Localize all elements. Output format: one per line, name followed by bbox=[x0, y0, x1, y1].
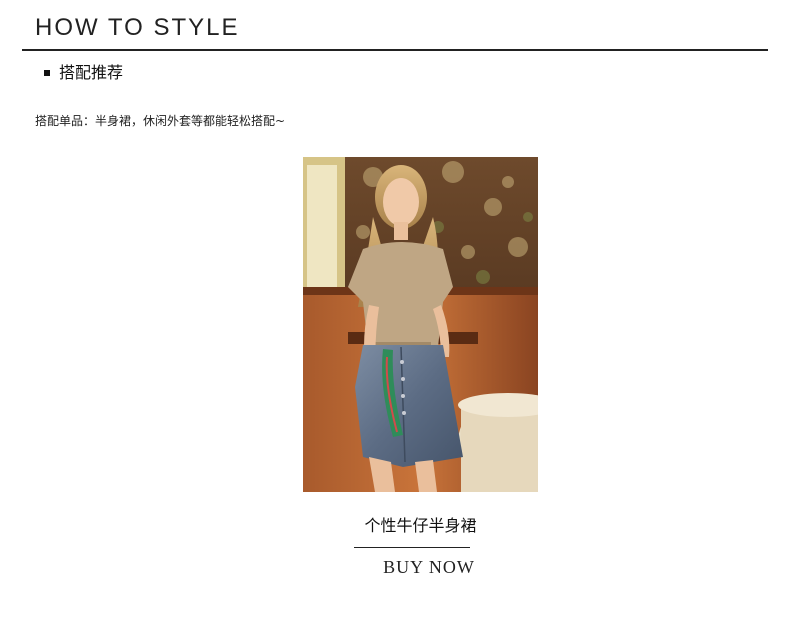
product-photo[interactable] bbox=[303, 157, 538, 492]
model-illustration bbox=[303, 157, 538, 492]
sub-heading: 搭配推荐 bbox=[44, 63, 123, 83]
sub-heading-label: 搭配推荐 bbox=[59, 63, 124, 82]
buy-now-button[interactable]: BUY NOW bbox=[303, 556, 538, 578]
product-name-divider bbox=[354, 547, 470, 548]
styling-description: 搭配单品：半身裙，休闲外套等都能轻松搭配~ bbox=[35, 114, 286, 128]
title-divider bbox=[22, 49, 768, 51]
section-title: HOW TO STYLE bbox=[35, 14, 240, 41]
bullet-square-icon bbox=[44, 70, 50, 76]
product-name: 个性牛仔半身裙 bbox=[364, 516, 477, 535]
